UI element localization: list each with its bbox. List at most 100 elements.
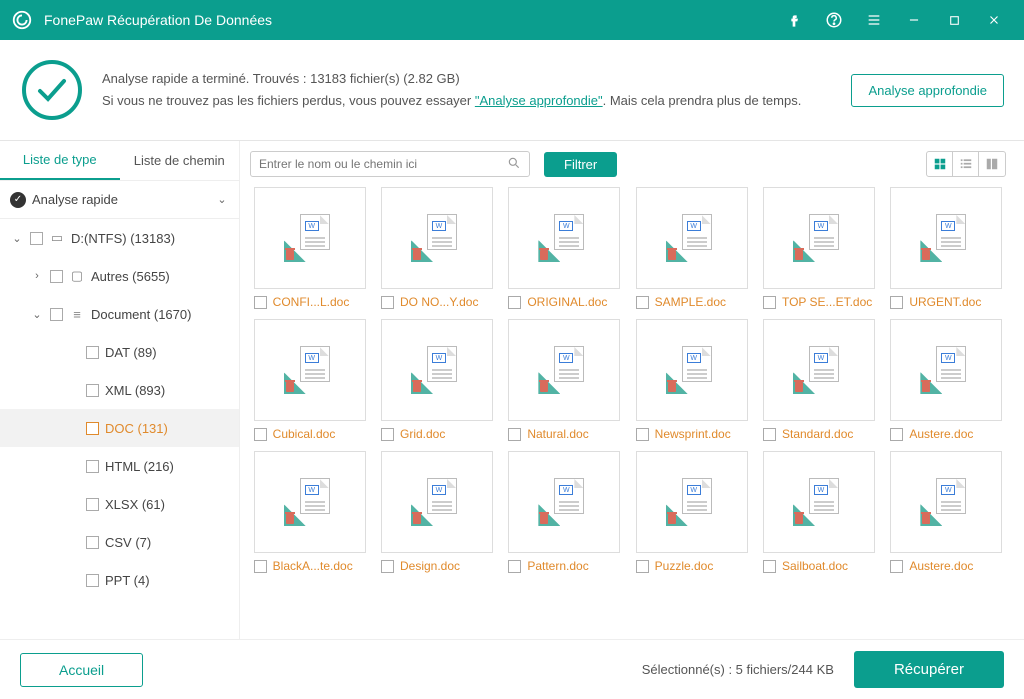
file-thumbnail: W [890, 187, 1002, 289]
file-checkbox[interactable] [763, 296, 776, 309]
file-grid: W CONFI...L.doc W DO NO...Y.doc W [250, 187, 1006, 639]
file-card[interactable]: W BlackA...te.doc [250, 451, 369, 573]
tree-autres[interactable]: › ▢ Autres (5655) [0, 257, 239, 295]
doc-file-icon: W [799, 214, 839, 262]
file-card[interactable]: W Sailboat.doc [759, 451, 878, 573]
filter-button[interactable]: Filtrer [544, 152, 617, 177]
doc-file-icon: W [544, 478, 584, 526]
success-check-icon [20, 58, 84, 122]
file-card[interactable]: W Puzzle.doc [632, 451, 751, 573]
tree-filetype-item[interactable]: DAT (89) [0, 333, 239, 371]
file-thumbnail: W [763, 187, 875, 289]
file-checkbox[interactable] [254, 560, 267, 573]
file-checkbox[interactable] [636, 296, 649, 309]
help-icon[interactable] [814, 0, 854, 40]
file-checkbox[interactable] [890, 560, 903, 573]
file-card[interactable]: W ORIGINAL.doc [505, 187, 624, 309]
file-card[interactable]: W Natural.doc [505, 319, 624, 441]
file-name: BlackA...te.doc [273, 559, 366, 573]
close-button[interactable] [974, 0, 1014, 40]
file-card[interactable]: W Design.doc [377, 451, 496, 573]
checkbox[interactable] [86, 346, 99, 359]
file-name: Austere.doc [909, 427, 1002, 441]
sidebar: Liste de type Liste de chemin ✓ Analyse … [0, 141, 240, 639]
tree-drive[interactable]: ⌄ ▭ D:(NTFS) (13183) [0, 219, 239, 257]
minimize-button[interactable] [894, 0, 934, 40]
file-checkbox[interactable] [381, 296, 394, 309]
checkbox[interactable] [86, 498, 99, 511]
file-checkbox[interactable] [508, 296, 521, 309]
file-card[interactable]: W Pattern.doc [505, 451, 624, 573]
recover-button[interactable]: Récupérer [854, 651, 1004, 688]
checkbox[interactable] [86, 574, 99, 587]
file-checkbox[interactable] [381, 428, 394, 441]
chevron-down-icon: ⌄ [215, 193, 229, 206]
file-card[interactable]: W CONFI...L.doc [250, 187, 369, 309]
tab-path-list[interactable]: Liste de chemin [120, 141, 240, 180]
home-button[interactable]: Accueil [20, 653, 143, 687]
search-input[interactable] [259, 157, 507, 171]
file-checkbox[interactable] [381, 560, 394, 573]
checkbox[interactable] [86, 460, 99, 473]
checkbox[interactable] [86, 384, 99, 397]
checkbox[interactable] [50, 308, 63, 321]
scan-hint-line: Si vous ne trouvez pas les fichiers perd… [102, 90, 851, 112]
checkbox[interactable] [30, 232, 43, 245]
file-checkbox[interactable] [254, 428, 267, 441]
facebook-icon[interactable] [774, 0, 814, 40]
file-checkbox[interactable] [254, 296, 267, 309]
file-name: CONFI...L.doc [273, 295, 366, 309]
tree-item-label: XLSX (61) [105, 497, 165, 512]
maximize-button[interactable] [934, 0, 974, 40]
tree-filetype-item[interactable]: CSV (7) [0, 523, 239, 561]
tree-item-label: PPT (4) [105, 573, 150, 588]
tree-document[interactable]: ⌄ ≡ Document (1670) [0, 295, 239, 333]
file-card[interactable]: W Austere.doc [887, 319, 1006, 441]
tree-filetype-item[interactable]: HTML (216) [0, 447, 239, 485]
drive-icon: ▭ [49, 230, 65, 246]
file-card[interactable]: W TOP SE...ET.doc [759, 187, 878, 309]
file-checkbox[interactable] [508, 560, 521, 573]
file-card[interactable]: W Grid.doc [377, 319, 496, 441]
doc-file-icon: W [926, 214, 966, 262]
file-card[interactable]: W Cubical.doc [250, 319, 369, 441]
chevron-right-icon: › [30, 270, 44, 282]
tree-quick-scan[interactable]: ✓ Analyse rapide ⌄ [0, 181, 239, 219]
tree-filetype-item[interactable]: XML (893) [0, 371, 239, 409]
tree-filetype-item[interactable]: XLSX (61) [0, 485, 239, 523]
file-checkbox[interactable] [890, 428, 903, 441]
view-grid-button[interactable] [927, 152, 953, 176]
file-name: URGENT.doc [909, 295, 1002, 309]
document-icon: ≡ [69, 307, 85, 322]
file-checkbox[interactable] [763, 428, 776, 441]
search-icon[interactable] [507, 156, 521, 173]
doc-file-icon: W [672, 346, 712, 394]
doc-file-icon: W [672, 214, 712, 262]
file-card[interactable]: W DO NO...Y.doc [377, 187, 496, 309]
footer: Accueil Sélectionné(s) : 5 fichiers/244 … [0, 639, 1024, 699]
deep-scan-link[interactable]: "Analyse approfondie" [475, 93, 603, 108]
file-card[interactable]: W Austere.doc [887, 451, 1006, 573]
menu-icon[interactable] [854, 0, 894, 40]
view-list-button[interactable] [953, 152, 979, 176]
checkbox[interactable] [86, 422, 99, 435]
checkbox[interactable] [86, 536, 99, 549]
file-name: Puzzle.doc [655, 559, 748, 573]
file-card[interactable]: W SAMPLE.doc [632, 187, 751, 309]
tree-filetype-item[interactable]: PPT (4) [0, 561, 239, 599]
tab-type-list[interactable]: Liste de type [0, 141, 120, 180]
file-checkbox[interactable] [636, 428, 649, 441]
file-card[interactable]: W Standard.doc [759, 319, 878, 441]
file-card[interactable]: W URGENT.doc [887, 187, 1006, 309]
tree-filetype-item[interactable]: DOC (131) [0, 409, 239, 447]
file-thumbnail: W [636, 451, 748, 553]
deep-scan-button[interactable]: Analyse approfondie [851, 74, 1004, 107]
file-checkbox[interactable] [890, 296, 903, 309]
file-card[interactable]: W Newsprint.doc [632, 319, 751, 441]
file-name: Austere.doc [909, 559, 1002, 573]
file-checkbox[interactable] [508, 428, 521, 441]
checkbox[interactable] [50, 270, 63, 283]
view-detail-button[interactable] [979, 152, 1005, 176]
file-checkbox[interactable] [763, 560, 776, 573]
file-checkbox[interactable] [636, 560, 649, 573]
